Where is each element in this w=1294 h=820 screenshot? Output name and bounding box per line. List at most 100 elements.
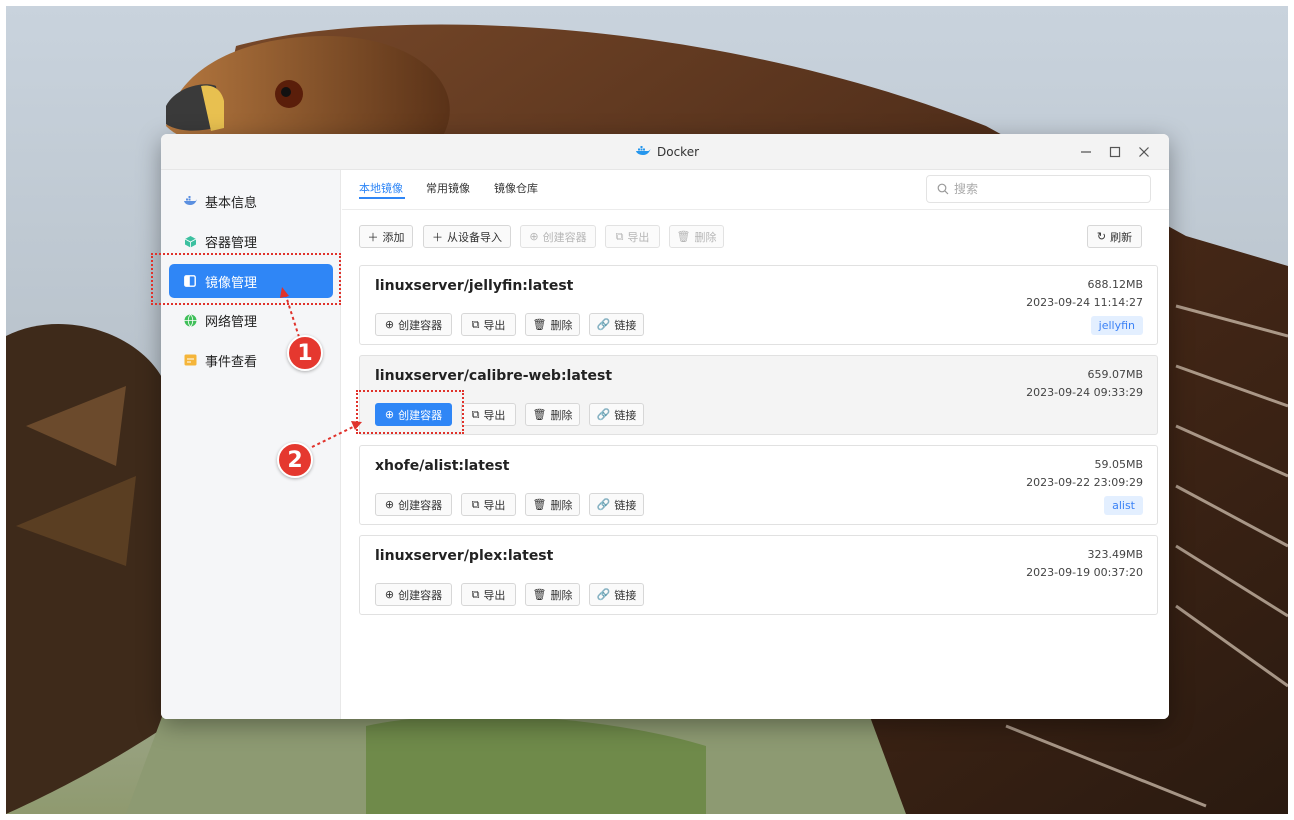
annotation-box-sidebar — [151, 253, 341, 305]
container-tag-badge[interactable]: alist — [1104, 496, 1143, 515]
image-size: 59.05MB — [1094, 458, 1143, 471]
card-delete-button[interactable]: 🗑 删除 — [525, 313, 580, 336]
button-label: 链接 — [614, 588, 637, 602]
card-export-button[interactable]: ⧉ 导出 — [461, 493, 516, 516]
button-label: 删除 — [550, 318, 573, 332]
card-export-button[interactable]: ⧉ 导出 — [461, 583, 516, 606]
minimize-button[interactable] — [1076, 142, 1096, 162]
button-label: 导出 — [483, 588, 506, 602]
search-box[interactable] — [926, 175, 1151, 203]
tab-common-images[interactable]: 常用镜像 — [426, 180, 470, 196]
card-link-button[interactable]: 🔗 链接 — [589, 583, 644, 606]
add-circle-icon: ⊕ — [384, 318, 395, 331]
globe-icon — [183, 313, 197, 327]
delete-button[interactable]: 🗑 删除 — [669, 225, 724, 248]
sidebar-item-label: 网络管理 — [205, 314, 258, 330]
annotation-box-create — [356, 390, 464, 434]
button-label: 链接 — [614, 318, 637, 332]
button-label: 链接 — [614, 498, 637, 512]
event-log-icon — [183, 353, 197, 367]
trash-icon: 🗑 — [532, 408, 547, 421]
card-delete-button[interactable]: 🗑 删除 — [525, 583, 580, 606]
create-container-button[interactable]: ⊕ 创建容器 — [520, 225, 596, 248]
link-icon: 🔗 — [596, 588, 611, 601]
tab-bar: 本地镜像 常用镜像 镜像仓库 — [342, 170, 1169, 210]
import-from-device-button[interactable]: ＋从设备导入 — [423, 225, 511, 248]
maximize-icon — [1109, 146, 1121, 158]
sidebar-item-basic-info[interactable]: 基本信息 — [169, 184, 333, 218]
image-size: 323.49MB — [1087, 548, 1143, 561]
close-icon — [1139, 147, 1149, 157]
image-date: 2023-09-19 00:37:20 — [1026, 566, 1143, 579]
refresh-icon: ↻ — [1096, 230, 1107, 243]
card-link-button[interactable]: 🔗 链接 — [589, 493, 644, 516]
card-delete-button[interactable]: 🗑 删除 — [525, 493, 580, 516]
refresh-button[interactable]: ↻ 刷新 — [1087, 225, 1142, 248]
card-create-container-button[interactable]: ⊕ 创建容器 — [375, 493, 452, 516]
export-icon: ⧉ — [615, 229, 624, 243]
link-icon: 🔗 — [596, 408, 611, 421]
image-name: linuxserver/plex:latest — [375, 548, 554, 564]
image-size: 688.12MB — [1087, 278, 1143, 291]
minimize-icon — [1081, 151, 1091, 153]
search-icon — [937, 183, 949, 195]
card-export-button[interactable]: ⧉ 导出 — [461, 313, 516, 336]
card-export-button[interactable]: ⧉ 导出 — [461, 403, 516, 426]
image-size: 659.07MB — [1087, 368, 1143, 381]
sidebar-item-label: 容器管理 — [205, 235, 258, 251]
plus-icon: ＋ — [432, 230, 443, 244]
image-name: linuxserver/calibre-web:latest — [375, 368, 613, 384]
annotation-step-2: 2 — [277, 442, 313, 478]
image-card[interactable]: linuxserver/jellyfin:latest 688.12MB 2023-… — [359, 265, 1158, 345]
button-label: 创建容器 — [398, 498, 443, 512]
button-label: 导出 — [483, 408, 506, 422]
button-label: 导出 — [483, 498, 506, 512]
trash-icon: 🗑 — [676, 230, 691, 243]
window-title: Docker — [657, 145, 700, 159]
add-circle-icon: ⊕ — [384, 588, 395, 601]
add-circle-icon: ⊕ — [529, 230, 539, 243]
button-label: 创建容器 — [398, 588, 443, 602]
sidebar-item-network[interactable]: 网络管理 — [169, 303, 333, 337]
image-date: 2023-09-24 11:14:27 — [1026, 296, 1143, 309]
sidebar-item-label: 事件查看 — [205, 354, 258, 370]
sidebar-item-label: 基本信息 — [205, 195, 258, 211]
button-label: 删除 — [550, 408, 573, 422]
docker-whale-icon — [183, 194, 197, 208]
button-label: 导出 — [483, 318, 506, 332]
image-date: 2023-09-24 09:33:29 — [1026, 386, 1143, 399]
export-button[interactable]: ⧉ 导出 — [605, 225, 660, 248]
link-icon: 🔗 — [596, 498, 611, 511]
cube-icon — [183, 234, 197, 248]
button-label: 链接 — [614, 408, 637, 422]
export-icon: ⧉ — [471, 587, 480, 601]
card-link-button[interactable]: 🔗 链接 — [589, 403, 644, 426]
docker-whale-icon — [635, 145, 651, 160]
tab-registry[interactable]: 镜像仓库 — [494, 180, 538, 196]
image-card[interactable]: linuxserver/plex:latest 323.49MB 2023-09-1… — [359, 535, 1158, 615]
trash-icon: 🗑 — [532, 498, 547, 511]
card-link-button[interactable]: 🔗 链接 — [589, 313, 644, 336]
search-input[interactable] — [954, 182, 1134, 196]
export-icon: ⧉ — [471, 317, 480, 331]
maximize-button[interactable] — [1105, 142, 1125, 162]
plus-icon: ＋ — [367, 230, 379, 244]
button-label: 删除 — [550, 588, 573, 602]
card-delete-button[interactable]: 🗑 删除 — [525, 403, 580, 426]
add-circle-icon: ⊕ — [384, 498, 395, 511]
button-label: 删除 — [550, 498, 573, 512]
image-date: 2023-09-22 23:09:29 — [1026, 476, 1143, 489]
title-bar: Docker — [161, 134, 1169, 170]
card-create-container-button[interactable]: ⊕ 创建容器 — [375, 313, 452, 336]
image-name: xhofe/alist:latest — [375, 458, 510, 474]
annotation-step-1: 1 — [287, 335, 323, 371]
card-create-container-button[interactable]: ⊕ 创建容器 — [375, 583, 452, 606]
container-tag-badge[interactable]: jellyfin — [1090, 316, 1143, 335]
export-icon: ⧉ — [471, 407, 480, 421]
tab-local-images[interactable]: 本地镜像 — [359, 180, 403, 196]
image-card[interactable]: linuxserver/calibre-web:latest 659.07MB 20… — [359, 355, 1158, 435]
add-button[interactable]: ＋添加 — [359, 225, 413, 248]
close-button[interactable] — [1134, 142, 1154, 162]
image-card[interactable]: xhofe/alist:latest 59.05MB 2023-09-22 23:0… — [359, 445, 1158, 525]
button-label: 创建容器 — [398, 318, 443, 332]
